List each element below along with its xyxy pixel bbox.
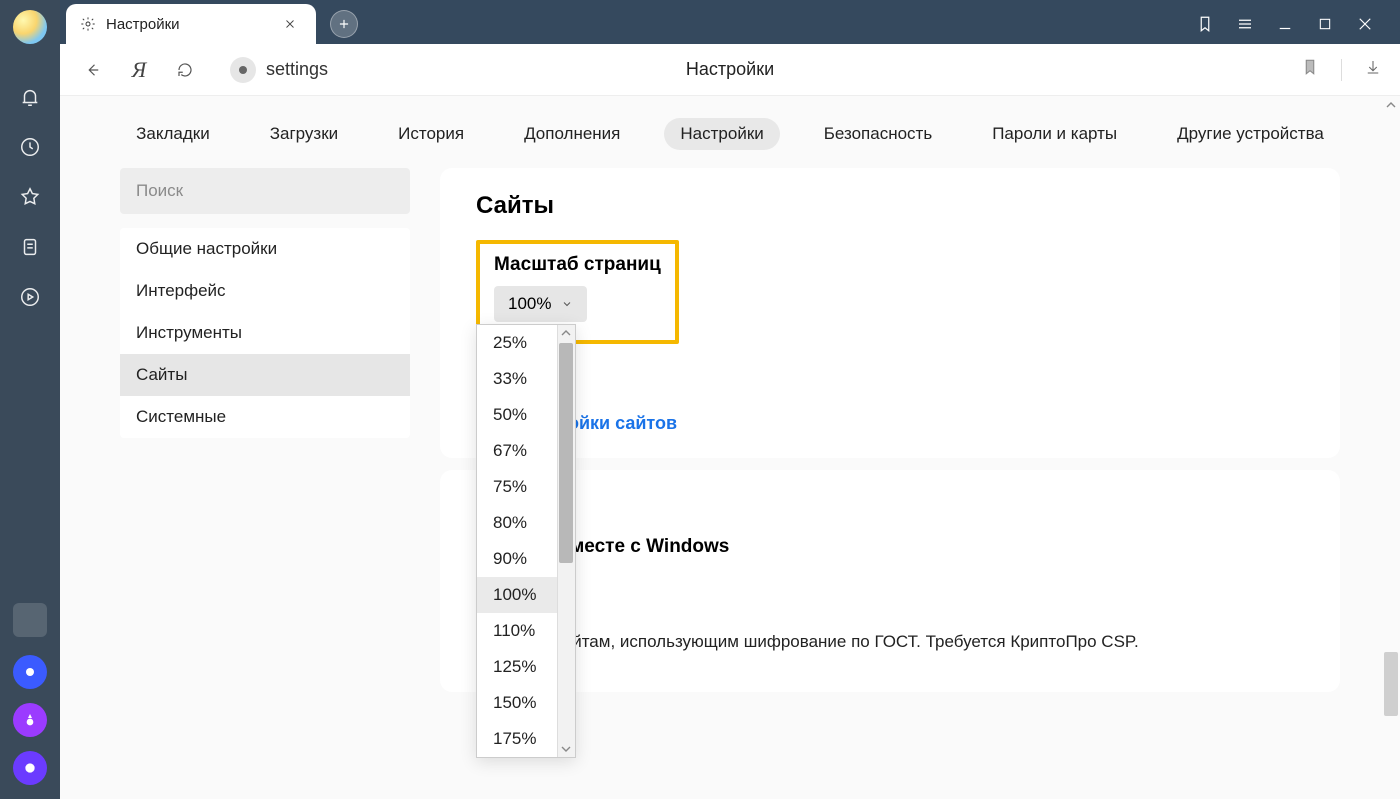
- reload-button[interactable]: [170, 55, 200, 85]
- tab-title: Настройки: [106, 16, 180, 33]
- zoom-dropdown[interactable]: 25% 33% 50% 67% 75% 80% 90% 100% 110% 12…: [476, 324, 576, 758]
- bell-icon[interactable]: [19, 86, 41, 108]
- other-heading-suffix: ые: [476, 488, 1304, 516]
- scrollbar-thumb[interactable]: [1384, 652, 1398, 716]
- sidebar-app-1-icon[interactable]: [13, 655, 47, 689]
- scroll-down-icon[interactable]: [561, 744, 571, 754]
- topnav-downloads[interactable]: Загрузки: [254, 118, 354, 150]
- yandex-logo-icon[interactable]: Я: [124, 55, 154, 85]
- scroll-up-icon[interactable]: [561, 328, 571, 338]
- topnav-devices[interactable]: Другие устройства: [1161, 118, 1340, 150]
- address-bar: Я settings Настройки: [60, 44, 1400, 96]
- page-title: Настройки: [686, 59, 774, 80]
- menu-icon[interactable]: [1236, 15, 1254, 33]
- sidenav-interface[interactable]: Интерфейс: [120, 270, 410, 312]
- zoom-label: Масштаб страниц: [494, 254, 661, 276]
- play-circle-icon[interactable]: [19, 286, 41, 308]
- gost-line: очаться к сайтам, использующим шифровани…: [476, 632, 1304, 652]
- window-maximize-icon[interactable]: [1316, 15, 1334, 33]
- clock-icon[interactable]: [19, 136, 41, 158]
- link-adv-settings-partial[interactable]: ные настройки сайтов: [476, 413, 1304, 434]
- clipboard-icon[interactable]: [19, 236, 41, 258]
- avatar[interactable]: [13, 10, 47, 44]
- window-minimize-icon[interactable]: [1276, 15, 1294, 33]
- sidebar-add-button[interactable]: [13, 603, 47, 637]
- scrollbar-thumb[interactable]: [559, 343, 573, 563]
- topnav-bookmarks[interactable]: Закладки: [120, 118, 226, 150]
- topnav-addons[interactable]: Дополнения: [508, 118, 636, 150]
- close-icon[interactable]: [278, 12, 302, 36]
- tab-settings[interactable]: Настройки: [66, 4, 316, 44]
- zoom-value: 100%: [508, 294, 551, 314]
- bookmark-icon[interactable]: [1301, 58, 1319, 81]
- browser-sidebar: [0, 0, 60, 799]
- new-tab-button[interactable]: [330, 10, 358, 38]
- tabs-strip: Настройки: [60, 0, 1400, 44]
- sidebar-app-3-icon[interactable]: [13, 751, 47, 785]
- sidenav-tools[interactable]: Инструменты: [120, 312, 410, 354]
- download-icon[interactable]: [1364, 58, 1382, 81]
- window-close-icon[interactable]: [1356, 15, 1374, 33]
- gear-icon: [80, 16, 96, 32]
- settings-favicon-icon: [230, 57, 256, 83]
- divider: [1341, 59, 1342, 81]
- bookmark-bar-icon[interactable]: [1196, 15, 1214, 33]
- start-with-windows-label: Браузер вместе с Windows: [476, 536, 1304, 558]
- scroll-up-icon[interactable]: [1386, 100, 1396, 110]
- settings-search-input[interactable]: Поиск: [120, 168, 410, 214]
- search-placeholder: Поиск: [136, 181, 183, 201]
- chevron-down-icon: [561, 298, 573, 310]
- settings-topnav: Закладки Загрузки История Дополнения Нас…: [60, 96, 1400, 168]
- zoom-select[interactable]: 100%: [494, 286, 587, 322]
- topnav-history[interactable]: История: [382, 118, 480, 150]
- sites-heading: Сайты: [476, 192, 1304, 220]
- star-icon[interactable]: [19, 186, 41, 208]
- topnav-passwords[interactable]: Пароли и карты: [976, 118, 1133, 150]
- topnav-security[interactable]: Безопасность: [808, 118, 948, 150]
- back-button[interactable]: [78, 55, 108, 85]
- sidenav-sites[interactable]: Сайты: [120, 354, 410, 396]
- topnav-settings[interactable]: Настройки: [664, 118, 779, 150]
- url-text: settings: [266, 59, 328, 80]
- content-area: Закладки Загрузки История Дополнения Нас…: [60, 96, 1400, 799]
- page-scrollbar[interactable]: [1382, 96, 1400, 799]
- settings-side-nav: Общие настройки Интерфейс Инструменты Са…: [120, 228, 410, 438]
- dropdown-scrollbar[interactable]: [557, 325, 575, 757]
- url-display[interactable]: settings: [230, 57, 328, 83]
- link-sites-partial[interactable]: сайтов: [476, 362, 1304, 383]
- sidebar-app-2-icon[interactable]: [13, 703, 47, 737]
- sidenav-system[interactable]: Системные: [120, 396, 410, 438]
- sidenav-general[interactable]: Общие настройки: [120, 228, 410, 270]
